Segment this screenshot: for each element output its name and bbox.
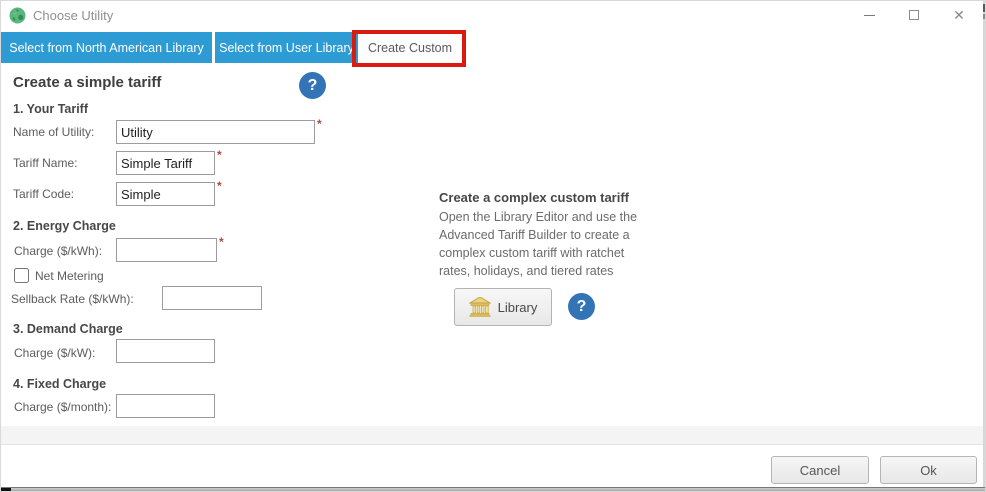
complex-description-line: rates, holidays, and tiered rates — [439, 264, 614, 278]
library-button[interactable]: Library — [454, 288, 552, 326]
window-title: Choose Utility — [33, 8, 114, 23]
section-demand-charge: 3. Demand Charge — [13, 322, 123, 336]
close-icon: ✕ — [953, 6, 965, 23]
dialog-button-bar: Cancel Ok — [1, 445, 985, 487]
required-asterisk: * — [217, 148, 222, 162]
tariff-name-label: Tariff Name: — [13, 156, 78, 170]
demand-charge-label: Charge ($/kW): — [14, 346, 96, 360]
required-asterisk: * — [217, 179, 222, 193]
energy-charge-input[interactable] — [116, 238, 217, 262]
complex-tariff-help-icon[interactable]: ? — [568, 293, 595, 320]
tab-label: Select from North American Library — [9, 40, 204, 55]
tab-label: Create Custom — [367, 40, 453, 55]
name-of-utility-label: Name of Utility: — [13, 125, 95, 139]
complex-description-line: complex custom tariff with ratchet — [439, 246, 625, 260]
question-mark-glyph: ? — [576, 297, 587, 315]
maximize-icon — [909, 10, 919, 20]
tariff-name-input[interactable] — [116, 151, 215, 175]
app-globe-icon — [9, 7, 26, 24]
tab-bar: Select from North American Library Selec… — [1, 31, 985, 64]
maximize-button[interactable] — [892, 1, 936, 29]
required-asterisk: * — [317, 117, 322, 131]
section-fixed-charge: 4. Fixed Charge — [13, 377, 107, 391]
name-of-utility-input[interactable] — [116, 120, 315, 144]
question-mark-glyph: ? — [307, 76, 318, 94]
fixed-charge-label: Charge ($/month): — [14, 400, 112, 414]
choose-utility-dialog: Choose Utility ✕ Select from North Ameri… — [0, 0, 986, 492]
demand-charge-input[interactable] — [116, 339, 215, 363]
tab-create-custom[interactable]: Create Custom — [358, 31, 462, 64]
title-bar: Choose Utility ✕ — [1, 1, 985, 31]
required-asterisk: * — [219, 235, 224, 249]
tariff-code-input[interactable] — [116, 182, 215, 206]
tab-label: Select from User Library — [219, 40, 354, 55]
simple-tariff-help-icon[interactable]: ? — [299, 72, 326, 99]
net-metering-label: Net Metering — [35, 269, 104, 283]
taskbar-artifact — [1, 488, 11, 491]
tariff-code-label: Tariff Code: — [13, 187, 75, 201]
tab-select-north-american-library[interactable]: Select from North American Library — [1, 32, 212, 63]
create-custom-panel: Create a simple tariff ? 1. Your Tariff … — [1, 64, 985, 426]
cancel-button[interactable]: Cancel — [771, 456, 869, 484]
ok-button[interactable]: Ok — [880, 456, 977, 484]
complex-description-line: Open the Library Editor and use the — [439, 210, 638, 224]
section-energy-charge: 2. Energy Charge — [13, 219, 116, 233]
complex-tariff-heading: Create a complex custom tariff — [439, 190, 630, 205]
taskbar-top-sliver — [1, 487, 985, 491]
section-your-tariff: 1. Your Tariff — [13, 102, 89, 116]
sellback-rate-input[interactable] — [162, 286, 262, 310]
simple-tariff-heading: Create a simple tariff — [13, 74, 162, 91]
complex-description-line: Advanced Tariff Builder to create a — [439, 228, 630, 242]
minimize-button[interactable] — [847, 1, 891, 29]
energy-charge-label: Charge ($/kWh): — [14, 244, 103, 258]
tab-select-user-library[interactable]: Select from User Library — [215, 32, 358, 63]
panel-footer-strip — [1, 426, 985, 445]
library-button-label: Library — [497, 299, 538, 315]
close-button[interactable]: ✕ — [937, 1, 981, 29]
library-bank-icon — [468, 297, 491, 317]
minimize-icon — [863, 14, 875, 16]
sellback-rate-label: Sellback Rate ($/kWh): — [11, 292, 134, 306]
net-metering-checkbox[interactable] — [14, 268, 29, 283]
fixed-charge-input[interactable] — [116, 394, 215, 418]
